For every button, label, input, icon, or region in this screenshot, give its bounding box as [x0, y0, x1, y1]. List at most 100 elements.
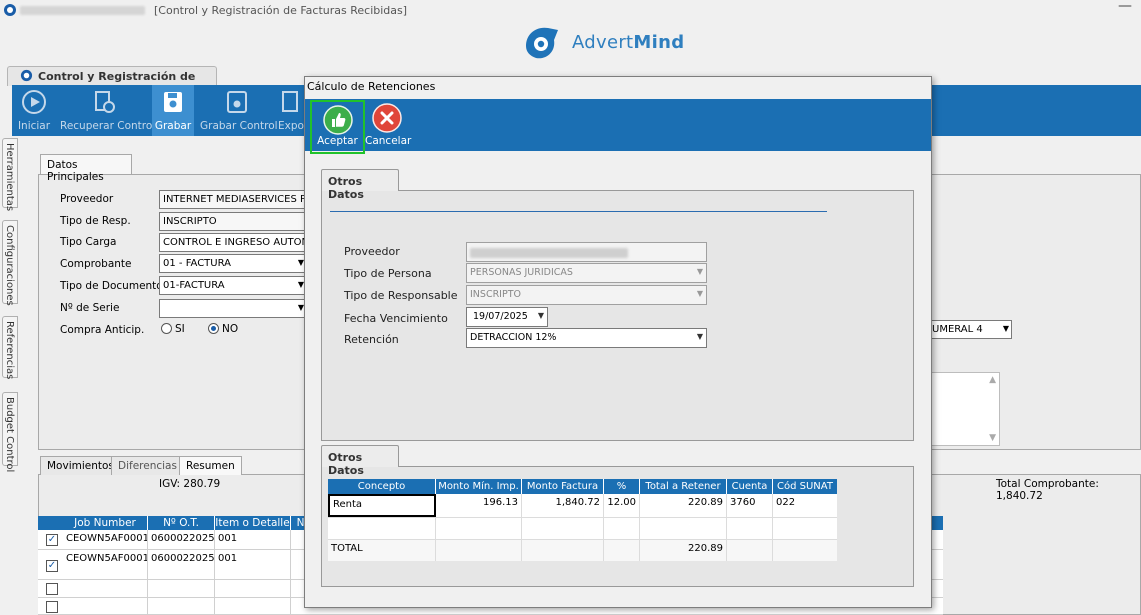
empty-cell [328, 518, 436, 539]
numeral-select[interactable]: UMERAL 4 ▼ [928, 320, 1012, 339]
tab-diferencias[interactable]: Diferencias [111, 456, 184, 475]
tab-datos-principales[interactable]: Datos Principales [40, 154, 132, 183]
iniciar-button[interactable]: Iniciar [12, 85, 56, 136]
proveedor-field[interactable]: INTERNET MEDIASERVICES PERU [159, 190, 307, 209]
scroll-down-icon[interactable]: ▼ [989, 433, 996, 443]
item-cell [215, 598, 291, 614]
grabar-control-button[interactable]: Grabar Control [200, 85, 278, 136]
row-checkbox[interactable] [46, 601, 58, 613]
tipo-resp-label: Tipo de Resp. [60, 215, 131, 227]
tipo-documento-select[interactable]: 01-FACTURA ▼ [159, 276, 307, 295]
close-icon [372, 103, 402, 133]
totals-row: TOTAL 220.89 [328, 539, 837, 561]
app-logo-icon [20, 69, 33, 82]
column-cod-sunat[interactable]: Cód SUNAT [773, 479, 837, 494]
thumbs-up-icon [322, 105, 353, 135]
radio-no-label: NO [222, 323, 239, 335]
tab-resumen[interactable]: Resumen [179, 456, 242, 475]
tipo-documento-label: Tipo de Documento [60, 280, 163, 292]
comprobante-select[interactable]: 01 - FACTURA ▼ [159, 254, 307, 273]
document-tab[interactable]: Control y Registración de Factura... [7, 66, 217, 96]
sidebar-tab-label: Budget Control [4, 397, 15, 473]
scroll-up-icon[interactable]: ▲ [989, 375, 996, 385]
tipo-resp-field[interactable]: INSCRIPTO [159, 212, 307, 231]
export-label: Expo [278, 120, 304, 132]
table-row[interactable]: Renta 196.13 1,840.72 12.00 220.89 3760 … [328, 494, 837, 517]
empty-cell [727, 540, 773, 561]
numero-serie-select[interactable]: ▼ [159, 299, 307, 318]
fecha-vencimiento-picker[interactable]: 19/07/2025 ▼ [466, 307, 548, 327]
radio-si-label: SI [175, 323, 185, 335]
radio-si[interactable] [161, 323, 172, 334]
column-porcentaje[interactable]: % [604, 479, 640, 494]
play-icon [22, 90, 46, 114]
column-total-retener[interactable]: Total a Retener [640, 479, 727, 494]
tipo-responsable-value: INSCRIPTO [470, 289, 521, 300]
proveedor-label: Proveedor [344, 245, 400, 258]
radio-no[interactable] [208, 323, 219, 334]
separator-line [330, 211, 827, 212]
numero-serie-label: Nº de Serie [60, 302, 120, 314]
sidebar-tab-budget-control[interactable]: Budget Control [2, 392, 18, 472]
advertmind-logo-text: AdvertMind [572, 32, 685, 53]
tipo-carga-field[interactable]: CONTROL E INGRESO AUTOMÁTIC [159, 233, 307, 252]
retencion-label: Retención [344, 333, 399, 346]
redacted-company-name [20, 6, 145, 15]
column-ot[interactable]: Nº O.T. [148, 516, 215, 530]
table-row[interactable] [328, 517, 837, 539]
recuperar-control-label: Recuperar Control [60, 120, 156, 132]
ot-cell [148, 580, 215, 597]
tipo-carga-value: CONTROL E INGRESO AUTOMÁTIC [163, 237, 306, 248]
row-checkbox[interactable]: ✓ [46, 534, 58, 546]
retencion-value: DETRACCION 12% [470, 332, 557, 343]
column-item-detalle[interactable]: Item o Detalle [215, 516, 291, 530]
column-concepto[interactable]: Concepto [328, 479, 436, 494]
item-cell: 001 [215, 530, 291, 549]
sidebar-tab-label: Referencias [4, 321, 15, 380]
sidebar-tab-herramientas[interactable]: Herramientas [2, 138, 18, 211]
porcentaje-cell: 12.00 [604, 494, 640, 517]
recuperar-control-button[interactable]: Recuperar Control [60, 85, 156, 136]
observaciones-textarea[interactable]: ▲ ▼ [930, 372, 1000, 446]
cancelar-button[interactable]: Cancelar [365, 100, 411, 152]
ot-cell [148, 598, 215, 614]
retencion-select[interactable]: DETRACCION 12% ▼ [466, 328, 707, 348]
column-monto-factura[interactable]: Monto Factura [522, 479, 604, 494]
chevron-down-icon: ▼ [696, 289, 703, 298]
empty-cell [436, 540, 522, 561]
sidebar-tab-configuraciones[interactable]: Configuraciones [2, 220, 18, 306]
row-checkbox[interactable]: ✓ [46, 560, 58, 572]
job-number-cell [63, 598, 148, 614]
ot-cell: 0600022025 [148, 550, 215, 579]
tipo-responsable-select[interactable]: INSCRIPTO ▼ [466, 285, 707, 305]
aceptar-label: Aceptar [317, 135, 358, 147]
column-cuenta[interactable]: Cuenta [727, 479, 773, 494]
otros-datos-tab-1: Otros Datos [321, 169, 399, 201]
column-job-number[interactable]: Job Number [63, 516, 148, 530]
export-button[interactable]: Expo [278, 85, 304, 136]
recover-document-icon [95, 91, 115, 113]
sidebar-tab-referencias[interactable]: Referencias [2, 316, 18, 380]
job-number-cell [63, 580, 148, 597]
tipo-resp-value: INSCRIPTO [163, 216, 217, 227]
iniciar-label: Iniciar [17, 120, 51, 132]
proveedor-value: INTERNET MEDIASERVICES PERU [163, 194, 306, 205]
aceptar-button[interactable]: Aceptar [310, 100, 365, 154]
empty-cell [727, 518, 773, 539]
monto-factura-cell: 1,840.72 [522, 494, 604, 517]
grabar-button[interactable]: Grabar [152, 85, 194, 136]
tipo-persona-select[interactable]: PERSONAS JURIDICAS ▼ [466, 263, 707, 283]
job-number-cell: CEOWN5AF0001 [63, 550, 148, 579]
total-retener-cell: 220.89 [640, 494, 727, 517]
concepto-cell[interactable]: Renta [328, 494, 436, 517]
comprobante-label: Comprobante [60, 258, 132, 270]
compra-anticip-label: Compra Anticip. [60, 324, 145, 336]
grabar-control-label: Grabar Control [200, 120, 278, 132]
row-checkbox[interactable] [46, 583, 58, 595]
empty-cell [640, 518, 727, 539]
column-monto-min[interactable]: Monto Mín. Imp. [436, 479, 522, 494]
advertmind-logo-icon [526, 27, 558, 59]
chevron-down-icon[interactable]: ▼ [538, 311, 544, 320]
tab-movimientos[interactable]: Movimientos [40, 456, 121, 475]
minimize-button[interactable]: — [1118, 0, 1132, 14]
